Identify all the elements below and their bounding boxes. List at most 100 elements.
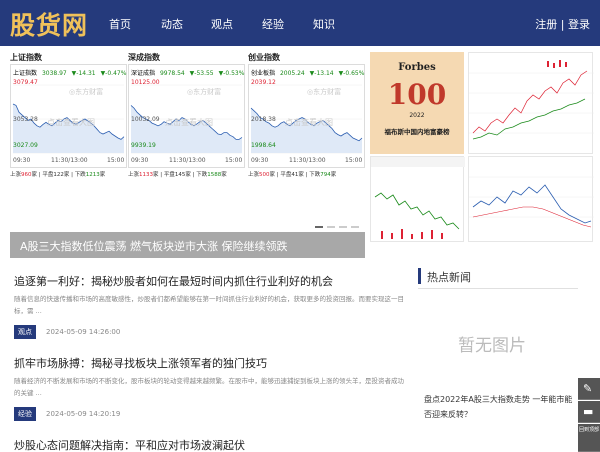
index-min: 1998.64 — [251, 142, 276, 149]
index-min: 9939.19 — [131, 142, 156, 149]
time-tick: 15:00 — [345, 157, 363, 164]
index-quote: 深证成指 9978.54 ▼-53.55 ▼-0.53% — [131, 68, 244, 77]
register-link[interactable]: 注册 — [535, 18, 557, 31]
chat-button[interactable]: ▬ — [578, 401, 600, 423]
article-tag[interactable]: 经验 — [14, 407, 36, 421]
carousel-dot[interactable] — [351, 226, 359, 228]
index-change: ▼-14.31 — [71, 70, 96, 77]
chat-icon: ▬ — [583, 405, 594, 418]
no-image-text: 暂无图片 — [458, 336, 526, 356]
unit: 家 — [99, 172, 106, 178]
index-breadth: 上涨500家 | 平盘41家 | 下跌794家 — [248, 172, 337, 178]
flat-count: 145 — [174, 172, 186, 178]
index-panel-title[interactable]: 深成指数 — [128, 52, 160, 63]
index-panel[interactable]: 上证指数 上证指数 3038.97 ▼-14.31 ▼-0.47% 3079.47 ◎… — [10, 52, 127, 182]
unit: 家 — [330, 172, 337, 178]
carousel-dot[interactable] — [339, 226, 347, 228]
nav-home[interactable]: 首页 — [109, 16, 131, 32]
article-time: 2024-05-09 14:20:19 — [46, 410, 121, 418]
index-panel[interactable]: 深成指数深证成指 9978.54 ▼-53.55 ▼-0.53% 10125.00… — [128, 52, 245, 182]
up-count: 960 — [21, 172, 32, 178]
article-summary: 随着信息的快速传播和市场的高度敏感性，炒股者们都希望能够在第一时间抓住行业利好的… — [14, 295, 404, 315]
index-name: 创业板指 — [251, 70, 276, 77]
nav-news[interactable]: 动态 — [161, 16, 183, 32]
index-mid: 2018.38 — [251, 116, 276, 123]
back-to-top-button[interactable]: 回到顶部 — [578, 424, 600, 452]
index-pct: ▼-0.47% — [100, 70, 127, 77]
unit: 家 — [31, 172, 38, 178]
stock-chart-thumbnail-graphic — [469, 60, 594, 140]
index-change: ▼-53.55 — [189, 70, 214, 77]
article-title[interactable]: 追逐第一利好：揭秘炒股者如何在最短时间内抓住行业利好的机会 — [14, 273, 404, 289]
time-tick: 11:30/13:00 — [169, 157, 206, 164]
index-pct: ▼-0.65% — [338, 70, 365, 77]
article-title[interactable]: 抓牢市场脉搏：揭秘寻找板块上涨领军者的独门技巧 — [14, 355, 404, 371]
carousel-dot[interactable] — [327, 226, 335, 228]
stock-chart-thumbnail[interactable] — [468, 52, 594, 154]
down-count: 794 — [320, 172, 331, 178]
index-panel-title[interactable]: 上证指数 — [10, 52, 42, 63]
nav-experience[interactable]: 经验 — [262, 16, 284, 32]
index-breadth: 上涨1133家 | 平盘145家 | 下跌1588家 — [128, 172, 227, 178]
down-label: 下跌 — [196, 172, 208, 178]
market-chart-thumbnail-left[interactable] — [370, 156, 465, 242]
view-large-hint: 点击查看大图 — [285, 118, 333, 127]
article-item: 炒股心态问题解决指南：平和应对市场波澜起伏 — [14, 437, 404, 452]
back-to-top-label: 回到顶部 — [579, 427, 600, 433]
site-logo[interactable]: 股货网 — [10, 6, 88, 42]
view-large-hint: 点击查看大图 — [47, 118, 95, 127]
index-mid: 3053.28 — [13, 116, 38, 123]
up-count: 1133 — [139, 172, 154, 178]
index-max: 10125.00 — [131, 79, 160, 86]
flat-label: 平盘 — [163, 172, 175, 178]
index-chart[interactable]: 创业板指 2005.24 ▼-13.14 ▼-0.65% 2039.12 ◎东方财富… — [248, 64, 365, 168]
flat-label: 平盘 — [280, 172, 292, 178]
article-item: 抓牢市场脉搏：揭秘寻找板块上涨领军者的独门技巧 随着经济的不断发展和市场的不断变… — [14, 355, 404, 421]
view-large-hint: 点击查看大图 — [165, 118, 213, 127]
nav-opinion[interactable]: 观点 — [211, 16, 233, 32]
down-count: 1213 — [85, 172, 100, 178]
time-tick: 15:00 — [107, 157, 125, 164]
unit: 家 — [185, 172, 191, 178]
time-tick: 15:00 — [225, 157, 243, 164]
flat-count: 122 — [53, 172, 64, 178]
index-chart[interactable]: 深证成指 9978.54 ▼-53.55 ▼-0.53% 10125.00 ◎东方财… — [128, 64, 245, 168]
index-quote: 创业板指 2005.24 ▼-13.14 ▼-0.65% — [251, 68, 364, 77]
index-mid: 10032.09 — [131, 116, 160, 123]
index-max: 2039.12 — [251, 79, 276, 86]
index-panel-title[interactable]: 创业指数 — [248, 52, 280, 63]
unit: 家 — [221, 172, 227, 178]
hot-news-accent — [418, 268, 421, 284]
index-panel[interactable]: 创业指数创业板指 2005.24 ▼-13.14 ▼-0.65% 2039.12 ◎… — [248, 52, 365, 182]
up-count: 500 — [259, 172, 270, 178]
forbes-logo: Forbes — [398, 62, 436, 73]
headline-banner[interactable]: A股三大指数低位震荡 燃气板块逆市大涨 保险继续领跌 — [10, 232, 365, 258]
eastmoney-watermark: ◎东方财富 — [187, 88, 222, 96]
article-title[interactable]: 炒股心态问题解决指南：平和应对市场波澜起伏 — [14, 437, 404, 452]
carousel-dot-active[interactable] — [315, 226, 323, 228]
top-navbar: 股货网 首页 动态 观点 经验 知识 注册 | 登录 — [0, 0, 600, 46]
auth-separator: | — [560, 18, 565, 31]
market-chart-thumbnail-right-graphic — [469, 176, 594, 228]
index-max: 3079.47 — [13, 79, 38, 86]
up-label: 上涨 — [10, 172, 22, 178]
feedback-button[interactable]: ✎ — [578, 378, 600, 400]
article-tag[interactable]: 观点 — [14, 325, 36, 339]
hot-news-item[interactable]: 盘点2022年A股三大指数走势 一年能市能否迎来反转？ — [424, 392, 574, 422]
no-image-placeholder[interactable]: 暂无图片 — [418, 295, 578, 387]
index-value: 9978.54 — [159, 70, 185, 77]
eastmoney-watermark: ◎东方财富 — [307, 88, 342, 96]
forbes-number: 100 — [387, 78, 447, 111]
market-chart-thumbnail-right[interactable] — [468, 156, 594, 242]
login-link[interactable]: 登录 — [568, 18, 590, 31]
index-value: 2005.24 — [279, 70, 305, 77]
forbes-ad[interactable]: Forbes 100 2022 福布斯中国内地富豪榜 — [370, 52, 464, 154]
nav-knowledge[interactable]: 知识 — [313, 16, 335, 32]
down-count: 1588 — [207, 172, 222, 178]
time-tick: 11:30/13:00 — [51, 157, 88, 164]
index-chart[interactable]: 上证指数 3038.97 ▼-14.31 ▼-0.47% 3079.47 ◎东方财富… — [10, 64, 127, 168]
index-change: ▼-13.14 — [309, 70, 334, 77]
index-name: 上证指数 — [13, 70, 38, 77]
index-min: 3027.09 — [13, 142, 38, 149]
index-breadth: 上涨960家 | 平盘122家 | 下跌1213家 — [10, 172, 106, 178]
